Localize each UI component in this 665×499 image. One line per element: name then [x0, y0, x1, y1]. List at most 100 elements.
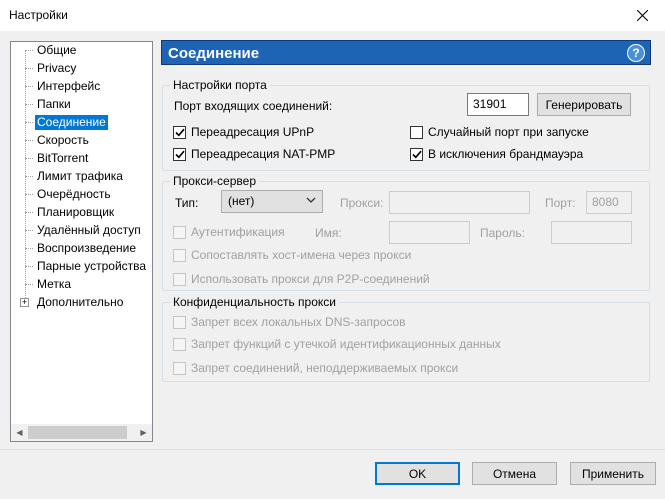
tree-item-label: Удалённый доступ [37, 223, 141, 237]
firewall-checkbox[interactable]: В исключения брандмауэра [410, 146, 583, 162]
tree-item[interactable]: Удалённый доступ [11, 222, 152, 239]
checkmark-icon [174, 128, 185, 136]
proxy-port-input[interactable]: 8080 [586, 191, 632, 214]
proxy-type-label: Тип: [175, 196, 199, 210]
auth-label: Аутентификация [191, 225, 285, 239]
checkmark-icon [411, 150, 422, 158]
resolve-hostnames-label: Сопоставлять хост-имена через прокси [191, 248, 412, 262]
tree-item-label: Лимит трафика [37, 169, 123, 183]
tree-item-label: Privacy [37, 61, 77, 75]
ok-button[interactable]: OK [375, 462, 460, 485]
proxy-port-label: Порт: [545, 196, 576, 210]
checkbox-box[interactable] [173, 272, 186, 286]
tree-connector-line [25, 212, 33, 213]
tree-item[interactable]: Очерёдность [11, 186, 152, 203]
incoming-port-label: Порт входящих соединений: [174, 99, 333, 113]
checkbox-box[interactable] [173, 125, 186, 139]
tree-item[interactable]: BitTorrent [11, 150, 152, 167]
tree-connector-line [25, 158, 33, 159]
tree-connector-line [25, 194, 33, 195]
tree-item[interactable]: Воспроизведение [11, 240, 152, 257]
checkbox-box[interactable] [173, 337, 186, 351]
proxy-type-value: (нет) [228, 194, 255, 208]
tree-item-label: BitTorrent [37, 151, 89, 165]
expand-plus-icon[interactable]: + [20, 298, 29, 307]
block-leak-checkbox[interactable]: Запрет функций с утечкой идентификационн… [173, 336, 501, 352]
auth-checkbox[interactable]: Аутентификация [173, 224, 285, 240]
checkbox-box[interactable] [173, 248, 186, 262]
tree-connector-line [25, 266, 33, 267]
scroll-left-arrow-icon[interactable]: ◀ [11, 424, 28, 441]
password-input[interactable] [551, 221, 632, 244]
p2p-proxy-label: Использовать прокси для P2P-соединений [191, 272, 430, 286]
dialog-body: Общие Privacy Интерфейс Папки Соединение Скор… [0, 31, 665, 499]
tree-item[interactable]: Лимит трафика [11, 168, 152, 185]
upnp-checkbox[interactable]: Переадресация UPnP [173, 124, 314, 140]
category-tree[interactable]: Общие Privacy Интерфейс Папки Соединение Скор… [10, 41, 153, 442]
incoming-port-input[interactable]: 31901 [467, 93, 529, 116]
tree-item[interactable]: + Дополнительно [11, 294, 152, 311]
checkbox-box[interactable] [173, 147, 186, 161]
checkbox-box[interactable] [410, 147, 423, 161]
upnp-label: Переадресация UPnP [191, 125, 315, 139]
proxy-privacy-title: Конфиденциальность прокси [170, 295, 339, 309]
tree-connector-line [25, 176, 33, 177]
tree-item[interactable]: Парные устройства [11, 258, 152, 275]
block-dns-checkbox[interactable]: Запрет всех локальных DNS-запросов [173, 314, 406, 330]
block-unsupported-checkbox[interactable]: Запрет соединений, неподдерживаемых прок… [173, 360, 458, 376]
checkbox-box[interactable] [173, 315, 186, 329]
title-bar: Настройки [0, 0, 665, 31]
natpmp-checkbox[interactable]: Переадресация NAT-PMP [173, 146, 335, 162]
checkbox-box[interactable] [410, 125, 423, 139]
tree-connector-line [25, 122, 33, 123]
tree-connector-line [25, 230, 33, 231]
tree-item[interactable]: Метка [11, 276, 152, 293]
tree-item-label: Планировщик [37, 205, 115, 219]
proxy-title: Прокси-сервер [170, 174, 259, 188]
username-label: Имя: [315, 226, 342, 240]
generate-port-button[interactable]: Генерировать [537, 93, 631, 116]
block-dns-label: Запрет всех локальных DNS-запросов [191, 315, 406, 329]
tree-connector-line [25, 68, 33, 69]
tree-item[interactable]: Общие [11, 42, 152, 59]
close-button[interactable] [620, 0, 665, 31]
help-icon[interactable]: ? [627, 44, 645, 62]
tree-item-label: Метка [37, 277, 72, 291]
tree-item[interactable]: Папки [11, 96, 152, 113]
tree-item-label: Парные устройства [37, 259, 147, 273]
page-header: Соединение ? [161, 40, 651, 65]
tree-item-label: Очерёдность [37, 187, 111, 201]
tree-connector-line [25, 140, 33, 141]
tree-connector-line [25, 86, 33, 87]
chevron-down-icon [306, 197, 316, 203]
tree-item[interactable]: Соединение [11, 114, 152, 131]
block-unsupported-label: Запрет соединений, неподдерживаемых прок… [191, 361, 459, 375]
proxy-host-label: Прокси: [340, 196, 384, 210]
proxy-host-input[interactable] [389, 191, 530, 214]
random-port-checkbox[interactable]: Случайный порт при запуске [410, 124, 589, 140]
scroll-right-arrow-icon[interactable]: ▶ [135, 424, 152, 441]
tree-connector-line [25, 104, 33, 105]
resolve-hostnames-checkbox[interactable]: Сопоставлять хост-имена через прокси [173, 247, 411, 263]
tree-item[interactable]: Интерфейс [11, 78, 152, 95]
proxy-type-select[interactable]: (нет) [221, 190, 323, 213]
tree-item-label: Воспроизведение [37, 241, 137, 255]
tree-item-label: Интерфейс [37, 79, 101, 93]
tree-item[interactable]: Скорость [11, 132, 152, 149]
random-port-label: Случайный порт при запуске [428, 125, 589, 139]
username-input[interactable] [389, 221, 470, 244]
checkbox-box[interactable] [173, 225, 186, 239]
window-title: Настройки [9, 8, 68, 22]
tree-item[interactable]: Privacy [11, 60, 152, 77]
tree-item-label: Папки [37, 97, 71, 111]
apply-button[interactable]: Применить [570, 462, 656, 485]
cancel-button[interactable]: Отмена [472, 462, 557, 485]
scrollbar-thumb[interactable] [28, 426, 127, 439]
tree-item[interactable]: Планировщик [11, 204, 152, 221]
tree-item-label: Общие [37, 43, 77, 57]
p2p-proxy-checkbox[interactable]: Использовать прокси для P2P-соединений [173, 271, 430, 287]
checkbox-box[interactable] [173, 361, 186, 375]
port-settings-title: Настройки порта [170, 78, 270, 92]
checkmark-icon [174, 150, 185, 158]
horizontal-scrollbar[interactable]: ◀ ▶ [11, 424, 152, 441]
